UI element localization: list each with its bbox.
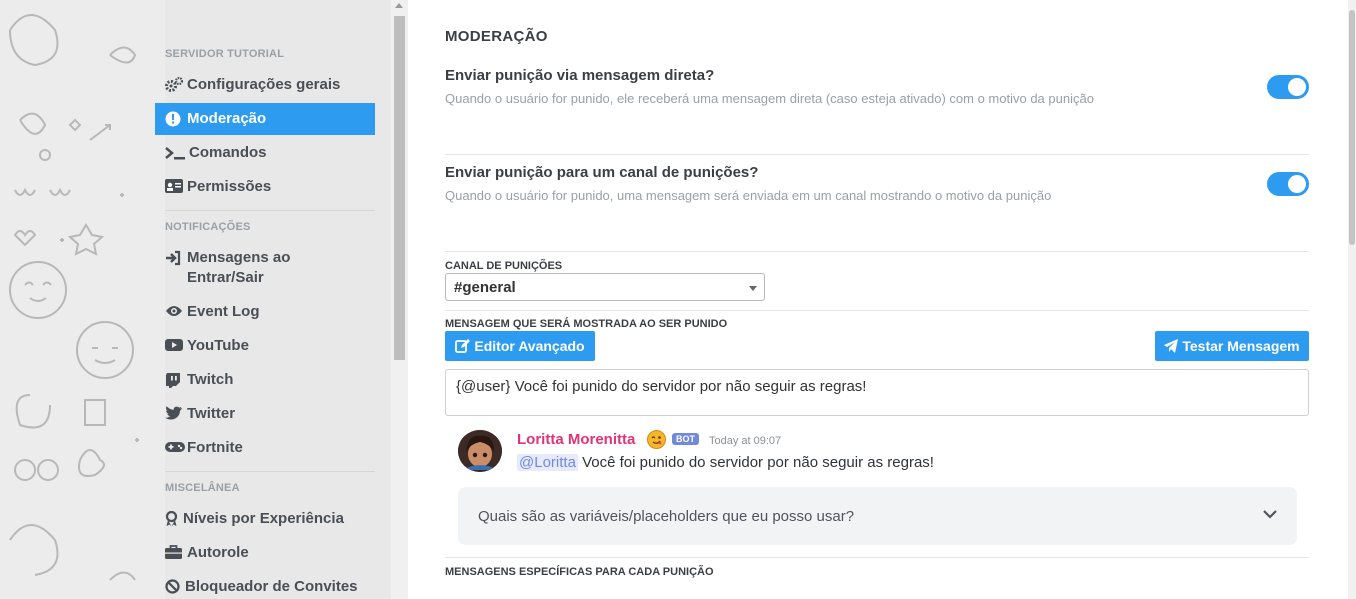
- sidebar-item-xp-levels[interactable]: Níveis por Experiência: [155, 509, 375, 529]
- doodle-background: [0, 0, 165, 599]
- channel-option-title: Enviar punição para um canal de punições…: [445, 164, 759, 181]
- sidebar-item-label: Twitter: [187, 405, 236, 422]
- sidebar-item-label: Twitch: [187, 371, 234, 388]
- toggle-knob: [1288, 175, 1306, 193]
- sidebar-section-misc: MISCELÂNEA: [165, 482, 240, 494]
- bot-badge: BOT: [672, 433, 699, 445]
- preview-author-name: Loritta Morenitta: [517, 431, 636, 448]
- accordion-title: Quais são as variáveis/placeholders que …: [478, 508, 855, 525]
- channel-select[interactable]: #general: [445, 273, 765, 301]
- user-mention[interactable]: @Loritta: [517, 454, 578, 471]
- eye-icon: [165, 304, 183, 320]
- sidebar-item-youtube[interactable]: YouTube: [155, 336, 375, 356]
- ban-icon: [165, 579, 181, 595]
- sidebar-section-server: SERVIDOR TUTORIAL: [165, 48, 285, 60]
- sidebar-item-commands[interactable]: Comandos: [155, 143, 375, 163]
- sidebar-item-invite-blocker[interactable]: Bloqueador de Convites: [155, 577, 375, 597]
- avatar: [458, 430, 502, 472]
- sign-in-icon: [165, 250, 183, 266]
- twitch-icon: [165, 372, 183, 388]
- sidebar-item-autorole[interactable]: Autorole: [155, 543, 375, 563]
- id-card-icon: [165, 179, 183, 195]
- sidebar: SERVIDOR TUTORIAL Configurações gerais M…: [155, 0, 390, 599]
- sidebar-item-fortnite[interactable]: Fortnite: [155, 438, 375, 458]
- sidebar-item-label: Comandos: [189, 144, 267, 161]
- paper-plane-icon: [1164, 339, 1179, 353]
- channel-label: CANAL DE PUNIÇÕES: [445, 260, 563, 272]
- advanced-editor-label: Editor Avançado: [474, 338, 585, 354]
- sidebar-item-label: Moderação: [187, 110, 267, 127]
- sidebar-item-event-log[interactable]: Event Log: [155, 302, 375, 322]
- scrollbar-thumb[interactable]: [1349, 10, 1355, 245]
- sidebar-section-notifications: NOTIFICAÇÕES: [165, 221, 251, 233]
- briefcase-icon: [165, 545, 183, 561]
- sidebar-item-label: YouTube: [187, 337, 249, 354]
- sidebar-item-label: Fortnite: [187, 439, 243, 456]
- preview-message: @Loritta Você foi punido do servidor por…: [517, 454, 934, 471]
- gamepad-icon: [165, 440, 185, 456]
- preview-timestamp: Today at 09:07: [709, 435, 782, 447]
- divider: [445, 557, 1309, 558]
- cogs-icon: [165, 76, 184, 93]
- chevron-down-icon: [1263, 510, 1277, 519]
- channel-option-description: Quando o usuário for punido, uma mensage…: [445, 188, 1052, 203]
- sidebar-item-label: Permissões: [187, 178, 272, 195]
- sidebar-item-general-settings[interactable]: Configurações gerais: [155, 75, 375, 95]
- scrollbar-thumb[interactable]: [394, 16, 405, 360]
- main-panel: MODERAÇÃO Enviar punição via mensagem di…: [408, 0, 1348, 599]
- main-scrollbar[interactable]: [1348, 0, 1356, 599]
- sidebar-item-label: Bloqueador de Convites: [185, 578, 358, 595]
- twitter-icon: [165, 406, 183, 422]
- sidebar-divider: [165, 210, 375, 211]
- award-icon: [165, 510, 179, 527]
- sidebar-divider: [165, 471, 375, 472]
- sidebar-item-permissions[interactable]: Permissões: [155, 177, 375, 197]
- sidebar-item-label: Níveis por Experiência: [183, 510, 344, 527]
- message-label: MENSAGEM QUE SERÁ MOSTRADA AO SER PUNIDO: [445, 318, 728, 330]
- channel-select-value: #general: [454, 279, 516, 296]
- caret-down-icon: [749, 286, 757, 291]
- preview-message-text: Você foi punido do servidor por não segu…: [577, 454, 934, 471]
- dm-option-title: Enviar punição via mensagem direta?: [445, 67, 715, 84]
- sidebar-item-moderation[interactable]: Moderação: [155, 103, 375, 135]
- sidebar-item-twitch[interactable]: Twitch: [155, 370, 375, 390]
- page-title: MODERAÇÃO: [445, 28, 548, 45]
- terminal-icon: [165, 145, 185, 161]
- dm-option-description: Quando o usuário for punido, ele receber…: [445, 91, 1094, 106]
- test-message-label: Testar Mensagem: [1182, 338, 1300, 354]
- punishment-message-input[interactable]: {@user} Você foi punido do servidor por …: [445, 369, 1309, 416]
- placeholders-accordion[interactable]: Quais são as variáveis/placeholders que …: [458, 487, 1297, 545]
- channel-punishment-toggle[interactable]: [1267, 172, 1309, 196]
- exclamation-circle-icon: [165, 111, 183, 127]
- sidebar-item-label: Configurações gerais: [187, 76, 341, 93]
- dm-punishment-toggle[interactable]: [1267, 75, 1309, 99]
- youtube-icon: [165, 338, 183, 354]
- sidebar-item-label: Mensagens ao Entrar/Sair: [187, 249, 291, 286]
- sidebar-item-join-leave[interactable]: Mensagens ao Entrar/Sair: [155, 248, 355, 288]
- edit-icon: [455, 339, 471, 353]
- sidebar-item-twitter[interactable]: Twitter: [155, 404, 375, 424]
- advanced-editor-button[interactable]: Editor Avançado: [445, 331, 595, 361]
- divider: [445, 251, 1309, 252]
- divider: [445, 154, 1309, 155]
- specific-messages-label: MENSAGENS ESPECÍFICAS PARA CADA PUNIÇÃO: [445, 566, 714, 578]
- divider: [445, 310, 1309, 311]
- sidebar-item-label: Autorole: [187, 544, 249, 561]
- test-message-button[interactable]: Testar Mensagem: [1155, 331, 1309, 361]
- sidebar-scrollbar[interactable]: [391, 0, 408, 599]
- winking-face-emoji-icon: [647, 430, 666, 449]
- sidebar-item-label: Event Log: [187, 303, 260, 320]
- toggle-knob: [1288, 78, 1306, 96]
- scroll-up-arrow-icon[interactable]: [395, 3, 403, 8]
